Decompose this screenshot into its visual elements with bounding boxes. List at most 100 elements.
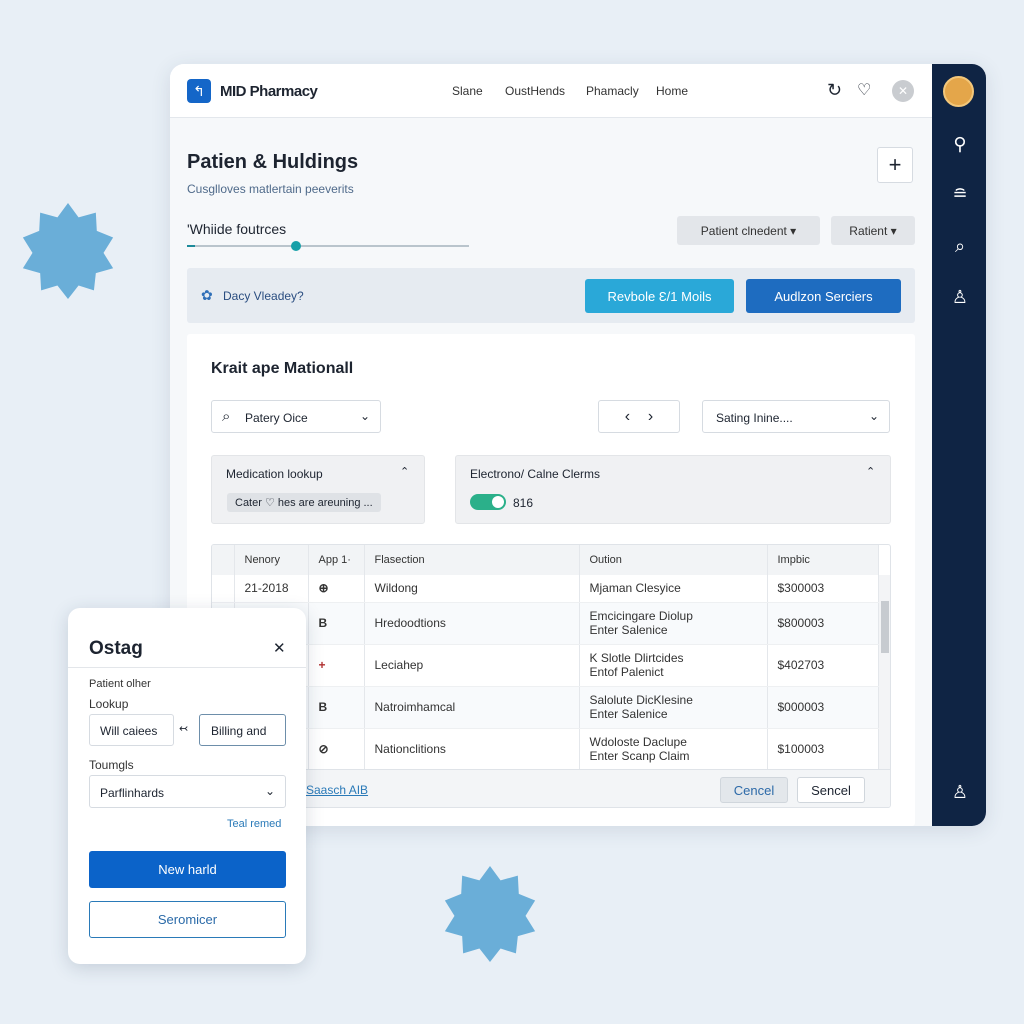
table-cell: $000003 — [767, 686, 879, 729]
medication-panel: Medication lookup ⌃ Cater ♡ hes are areu… — [211, 455, 425, 524]
table-row[interactable]: ⊘ Nationclitions Wdoloste Daclupe Enter Sca… — [212, 728, 879, 771]
decorative-star — [22, 203, 114, 299]
close-icon[interactable]: ✕ — [892, 80, 914, 102]
will-input[interactable]: Will caiees — [89, 714, 174, 746]
slider-track[interactable] — [187, 245, 469, 247]
cell-line: Emcicingare Diolup — [589, 609, 693, 623]
slider-handle[interactable] — [291, 241, 301, 251]
primary-button[interactable]: New harld — [89, 851, 286, 888]
teal-link[interactable]: Teal remed — [227, 818, 281, 830]
search-dropdown[interactable]: ⌕ Patery Oice ⌄ — [211, 400, 381, 433]
audlzon-button[interactable]: Audlzon Serciers — [746, 279, 901, 313]
table-cell: 21-2018 — [234, 575, 309, 603]
table-row[interactable]: B Hredoodtions Emcicingare Diolup Enter Sal… — [212, 602, 879, 645]
table-cell: ⊕ — [308, 575, 365, 603]
table-cell: $402703 — [767, 644, 879, 687]
col-header[interactable]: Nenory — [234, 545, 309, 575]
toggle-label: 816 — [513, 496, 534, 510]
table-cell: $800003 — [767, 602, 879, 645]
chevron-down-icon: ⌄ — [264, 784, 275, 798]
sort-value: Sating Inine.... — [716, 411, 793, 425]
table-cell: Wildong — [364, 575, 580, 603]
patient-dropdown[interactable]: Patient clnedent ▾ — [677, 216, 820, 245]
cell-line: Entof Palenict — [589, 665, 664, 679]
table-cell: Emcicingare Diolup Enter Salenice — [579, 602, 768, 645]
refresh-icon[interactable]: ↻ — [827, 80, 842, 101]
collapse-icon[interactable]: ⌃ — [866, 465, 875, 478]
search-link[interactable]: Saasch AIB — [306, 783, 368, 797]
data-table: Nenory App 1· Flasection Oution Impbic 2… — [211, 544, 891, 808]
nav-slane[interactable]: Slane — [452, 84, 483, 98]
cell-line: Enter Salenice — [589, 707, 668, 721]
send-button[interactable]: Sencel — [797, 777, 865, 803]
table-cell: Wdoloste Daclupe Enter Scanp Claim — [579, 728, 768, 771]
banner-text: Dacy Vleadey? — [223, 289, 304, 303]
col-header[interactable]: Oution — [579, 545, 768, 575]
table-cell — [212, 575, 235, 603]
chevron-down-icon: ⌄ — [360, 409, 371, 423]
chevron-down-icon: ⌄ — [869, 409, 880, 423]
decorative-star — [444, 866, 536, 962]
claims-panel: Electrono/ Calne Clerms ⌃ 816 — [455, 455, 891, 524]
search-value: Patery Oice — [245, 411, 308, 425]
cancel-button[interactable]: Cencel — [720, 777, 788, 803]
table-cell: Salolute DicKlesine Enter Salenice — [579, 686, 768, 729]
prev-button[interactable]: ‹ — [625, 408, 630, 426]
close-icon[interactable]: ✕ — [273, 639, 286, 657]
table-cell: + — [308, 644, 365, 687]
page-title: Patien & Huldings — [187, 151, 359, 173]
account-icon[interactable]: ♙ — [950, 782, 970, 803]
col-header[interactable]: Impbic — [767, 545, 879, 575]
pin-icon[interactable]: ⚲ — [950, 134, 970, 155]
dropdown-value: Ratient — [849, 223, 888, 238]
add-button[interactable]: + — [877, 147, 913, 183]
shield-icon[interactable]: ♡ — [857, 80, 871, 100]
table-row[interactable]: B Natroimhamcal Salolute DicKlesine Enter S… — [212, 686, 879, 729]
cell-line: Mjaman Clesyice — [589, 581, 681, 596]
table-cell: K Slotle Dlirtcides Entof Palenict — [579, 644, 768, 687]
cell-line: Wdoloste Daclupe — [589, 735, 687, 749]
table-cell: B — [308, 686, 365, 729]
next-button[interactable]: › — [648, 408, 653, 426]
field-label: Lookup — [89, 697, 129, 711]
top-bar: ↰ MID Pharmacy Slane OustHends Phamacly … — [170, 64, 932, 118]
revbole-button[interactable]: Revbole Ɛ/1 Moils — [585, 279, 734, 313]
stack-icon[interactable]: ≘ — [950, 184, 970, 205]
cell-line: Enter Salenice — [589, 623, 668, 637]
nav-home[interactable]: Home — [656, 84, 688, 98]
ratient-dropdown[interactable]: Ratient ▾ — [831, 216, 915, 245]
table-cell: ⊘ — [308, 728, 365, 771]
scrollbar[interactable] — [879, 575, 890, 769]
table-cell: Natroimhamcal — [364, 686, 580, 729]
table-row[interactable]: + Leciahep K Slotle Dlirtcides Entof Paleni… — [212, 644, 879, 687]
nav-ousthends[interactable]: OustHends — [505, 84, 565, 98]
claims-toggle[interactable] — [470, 494, 506, 510]
dropdown-value: Patient clnedent — [700, 223, 787, 238]
chat-icon[interactable]: ⌕ — [950, 236, 970, 257]
input-value: Billing and — [211, 724, 267, 738]
nav-phamacly[interactable]: Phamacly — [586, 84, 639, 98]
billing-input[interactable]: Billing and — [199, 714, 286, 746]
select-field[interactable]: Parflinhards ⌄ — [89, 775, 286, 808]
secondary-button[interactable]: Seromicer — [89, 901, 286, 938]
avatar[interactable] — [943, 76, 974, 107]
panel-title: Electrono/ Calne Clerms — [470, 467, 601, 481]
table-row[interactable]: 21-2018 ⊕ Wildong Mjaman Clesyice $300003 — [212, 575, 879, 603]
gear-icon: ✿ — [201, 287, 213, 303]
table-header: Nenory App 1· Flasection Oution Impbic — [212, 545, 879, 575]
col-header[interactable]: Flasection — [364, 545, 580, 575]
input-value: Will caiees — [100, 724, 158, 738]
section-title: Krait ape Mationall — [211, 360, 354, 377]
field-label: Toumgls — [89, 758, 134, 772]
medication-chip[interactable]: Cater ♡ hes are areuning ... — [227, 493, 381, 512]
table-cell: $300003 — [767, 575, 879, 603]
search-icon: ⌕ — [222, 408, 231, 425]
collapse-icon[interactable]: ⌃ — [400, 465, 409, 478]
sort-dropdown[interactable]: Sating Inine.... ⌄ — [702, 400, 890, 433]
app-title: MID Pharmacy — [220, 83, 318, 100]
divider — [68, 667, 306, 668]
user-icon[interactable]: ♙ — [950, 287, 970, 308]
col-header[interactable]: App 1· — [308, 545, 365, 575]
pager: ‹ › — [598, 400, 680, 433]
select-value: Parflinhards — [100, 786, 165, 800]
